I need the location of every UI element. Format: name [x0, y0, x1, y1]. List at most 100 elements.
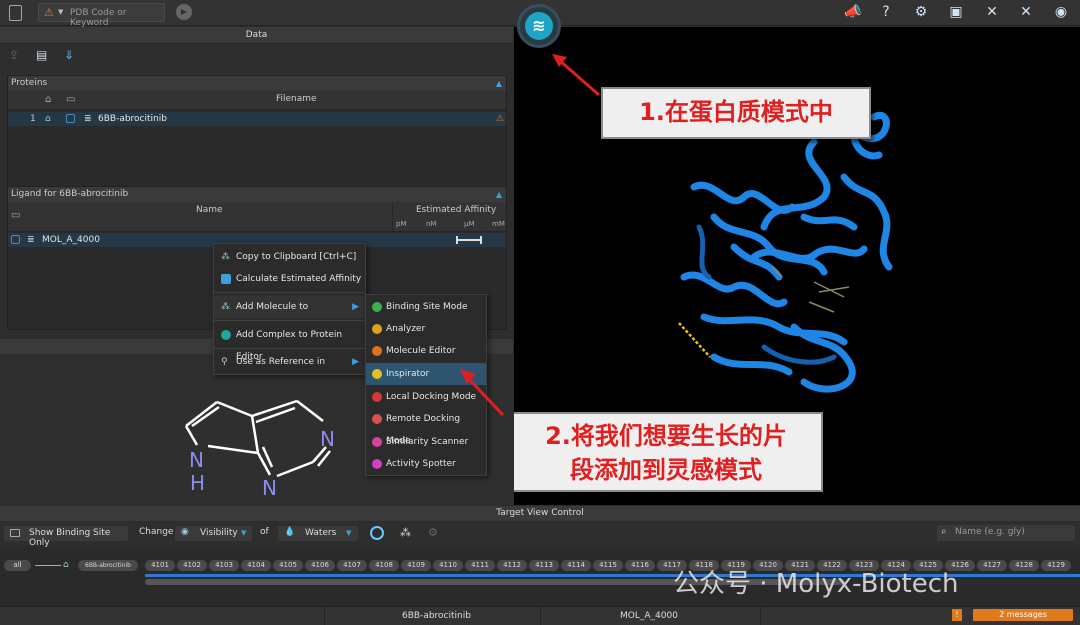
residue-name-search[interactable]: ⌕ Name (e.g. gly)	[937, 525, 1075, 541]
waters-dropdown[interactable]: 💧 Waters ▼	[278, 526, 358, 541]
residue-chip[interactable]: 4109	[401, 560, 431, 571]
submenu-item-label: Analyzer	[386, 324, 426, 334]
all-chains-button[interactable]: all	[4, 560, 31, 571]
warning-icon: ⚠	[44, 6, 54, 19]
unit-um: µM	[464, 220, 475, 228]
activity-spotter-icon	[372, 459, 382, 469]
context-menu: ⁂ Copy to Clipboard [Ctrl+C] Calculate E…	[213, 243, 366, 375]
visibility-dropdown[interactable]: ◉ Visibility ▼	[175, 526, 252, 541]
menu-use-as-reference[interactable]: ⚲ Use as Reference in ▶	[214, 351, 365, 373]
eye-icon[interactable]: ◉	[1053, 4, 1069, 20]
submenu-similarity-scanner[interactable]: Similarity Scanner	[366, 431, 486, 453]
status-warning-icon[interactable]: !	[952, 609, 962, 621]
submenu-item-label: Activity Spotter	[386, 459, 456, 469]
protein-row[interactable]: 1 ⌂ ≣ 6BB-abrocitinib ⚠	[8, 112, 506, 126]
add-molecule-submenu: Binding Site Mode Analyzer Molecule Edit…	[365, 294, 487, 476]
show-binding-site-only-toggle[interactable]: Show Binding Site Only	[4, 526, 128, 548]
residue-chip[interactable]: 4103	[209, 560, 239, 571]
residue-chip[interactable]: 4115	[593, 560, 623, 571]
monitor-icon[interactable]: ▣	[948, 4, 964, 20]
submenu-item-label: Binding Site Mode	[386, 302, 468, 312]
network-icon[interactable]: ⁂	[400, 526, 411, 539]
messages-button[interactable]: 2 messages	[973, 609, 1073, 621]
of-label: of	[260, 527, 269, 537]
remote-docking-icon	[372, 414, 382, 424]
residue-chip[interactable]: 4127	[977, 560, 1007, 571]
help-icon[interactable]: ?	[878, 4, 894, 20]
affinity-range-end	[480, 236, 482, 244]
residue-chip[interactable]: 4106	[305, 560, 335, 571]
name-column-header[interactable]: Name	[196, 205, 223, 215]
settings-icon[interactable]: ⚙	[428, 526, 438, 539]
collapse-icon[interactable]: ▲	[496, 76, 502, 91]
chain-button[interactable]: 6BB-abrocitinib	[78, 560, 138, 571]
tools-icon[interactable]: ✕	[984, 4, 1000, 20]
save-icon[interactable]: ▤	[36, 48, 47, 62]
menu-item-label: Calculate Estimated Affinity	[236, 274, 362, 284]
submenu-activity-spotter[interactable]: Activity Spotter	[366, 453, 486, 475]
pdb-search-field[interactable]: ⚠ ▼ PDB Code or Keyword	[38, 3, 165, 28]
residue-chip[interactable]: 4104	[241, 560, 271, 571]
file-icon[interactable]	[9, 5, 22, 21]
wrench-icon[interactable]: ✕	[1018, 4, 1034, 20]
comment-icon[interactable]	[11, 235, 20, 244]
submenu-local-docking[interactable]: Local Docking Mode	[366, 386, 486, 408]
ligand-title: Ligand for 6BB-abrocitinib ▲	[8, 187, 506, 202]
gear-icon[interactable]: ⚙	[913, 4, 929, 20]
residue-chip[interactable]: 4111	[465, 560, 495, 571]
menu-add-complex[interactable]: Add Complex to Protein Editor	[214, 324, 365, 362]
residue-chip[interactable]: 4113	[529, 560, 559, 571]
search-placeholder: PDB Code or Keyword	[70, 8, 127, 28]
comment-icon[interactable]	[66, 114, 75, 123]
residue-chip[interactable]: 4114	[561, 560, 591, 571]
announcement-icon[interactable]: 📣	[844, 4, 861, 20]
refresh-icon[interactable]	[370, 526, 384, 540]
submenu-analyzer[interactable]: Analyzer	[366, 318, 486, 340]
residue-chip[interactable]: 4116	[625, 560, 655, 571]
inspirator-icon	[372, 369, 382, 379]
affinity-range-bar	[456, 239, 482, 241]
residue-chip[interactable]: 4102	[177, 560, 207, 571]
menu-add-molecule-to[interactable]: ⁂ Add Molecule to ▶	[214, 296, 365, 318]
residue-chip[interactable]: 4105	[273, 560, 303, 571]
warning-icon[interactable]: ⚠	[496, 112, 504, 126]
download-icon[interactable]: ⇓	[64, 48, 74, 62]
residue-chip[interactable]: 4110	[433, 560, 463, 571]
affinity-range-start	[456, 236, 458, 244]
collapse-icon[interactable]: ▲	[496, 187, 502, 202]
protein-editor-icon	[221, 330, 231, 340]
residue-chip[interactable]: 4128	[1009, 560, 1039, 571]
submenu-remote-docking[interactable]: Remote Docking Mode	[366, 408, 486, 446]
proteins-column-header: ⌂ ▭ Filename	[8, 91, 506, 110]
protein-mode-button[interactable]: ≋	[517, 4, 561, 48]
submenu-molecule-editor[interactable]: Molecule Editor	[366, 340, 486, 362]
filename-column-header[interactable]: Filename	[276, 94, 317, 104]
3d-viewport[interactable]: 1.在蛋白质模式中 2.将我们想要生长的片 段添加到灵感模式	[514, 27, 1080, 505]
affinity-column-header[interactable]: Estimated Affinity	[416, 205, 496, 215]
submenu-item-label: Similarity Scanner	[386, 437, 469, 447]
protein-file-icon: ≣	[84, 114, 92, 124]
residue-chip[interactable]: 4108	[369, 560, 399, 571]
show-binding-site-only-label: Show Binding Site Only	[29, 528, 111, 548]
chevron-down-icon[interactable]: ▼	[58, 8, 63, 16]
unit-mm: mM	[492, 220, 505, 228]
chevron-right-icon: ▶	[352, 302, 359, 312]
submenu-binding-site-mode[interactable]: Binding Site Mode	[366, 296, 486, 318]
visibility-icon[interactable]: ⌂	[45, 112, 51, 126]
protein-filename: 6BB-abrocitinib	[98, 114, 167, 124]
residue-chip[interactable]: 4129	[1041, 560, 1071, 571]
proteins-title-label: Proteins	[11, 78, 48, 88]
menu-calculate-affinity[interactable]: Calculate Estimated Affinity	[214, 268, 365, 290]
chevron-down-icon: ▼	[346, 529, 352, 537]
import-icon[interactable]: ⇪	[9, 48, 19, 62]
play-icon[interactable]: ▶	[176, 4, 192, 20]
menu-item-label: Copy to Clipboard [Ctrl+C]	[236, 252, 357, 262]
data-panel-title: Data	[0, 27, 513, 44]
residue-chip[interactable]: 4101	[145, 560, 175, 571]
menu-copy-clipboard[interactable]: ⁂ Copy to Clipboard [Ctrl+C]	[214, 246, 365, 268]
submenu-inspirator[interactable]: Inspirator	[366, 363, 486, 385]
share-icon: ⁂	[221, 302, 230, 312]
unit-nm: nM	[426, 220, 437, 228]
residue-chip[interactable]: 4112	[497, 560, 527, 571]
residue-chip[interactable]: 4107	[337, 560, 367, 571]
